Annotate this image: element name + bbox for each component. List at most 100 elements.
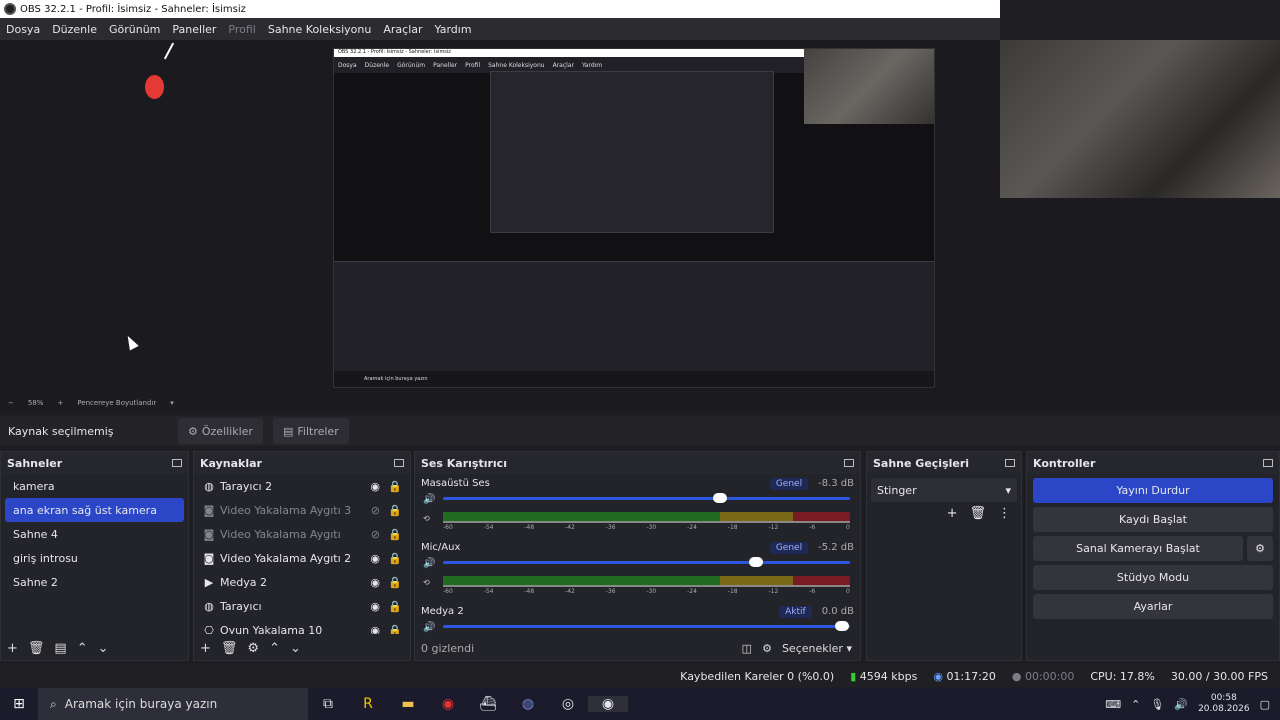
menu-5[interactable]: Sahne Koleksiyonu [268,23,372,36]
scenes-dock: Sahneler kamera ana ekran sağ üst kamera S… [0,451,189,661]
start-virtual-camera-button[interactable]: Sanal Kamerayı Başlat [1033,536,1243,561]
eye-hidden-icon[interactable]: ⊘ [371,528,380,541]
undock-icon[interactable] [172,459,182,467]
speaker-icon[interactable]: 🔊 [423,494,435,505]
eye-hidden-icon[interactable]: ⊘ [371,504,380,517]
volume-slider[interactable] [443,557,850,567]
trash-icon[interactable]: 🗑 [28,641,45,656]
source-item[interactable]: ◙ Video Yakalama Aygıtı 3 ⊘ 🔒 [194,498,410,522]
undock-icon[interactable] [1263,459,1273,467]
start-recording-button[interactable]: Kaydı Başlat [1033,507,1273,532]
recording-indicator-dot [145,75,164,99]
source-item[interactable]: ⎔ Oyun Yakalama 10 ◉ 🔒 [194,618,410,635]
discord-icon[interactable]: ◍ [508,696,548,712]
up-icon[interactable]: ⌃ [269,641,280,656]
menu-1[interactable]: Düzenle [52,23,97,36]
source-item[interactable]: ◍ Tarayıcı 2 ◉ 🔒 [194,474,410,498]
windows-start-icon[interactable]: ⊞ [0,696,38,712]
more-icon[interactable]: ⋮ [998,506,1011,521]
menu-2[interactable]: Görünüm [109,23,160,36]
source-item[interactable]: ◍ Tarayıcı ◉ 🔒 [194,594,410,618]
scene-item[interactable]: giriş introsu [5,546,184,570]
undock-icon[interactable] [1005,459,1015,467]
undock-icon[interactable] [394,459,404,467]
task-view-icon[interactable]: ⧉ [308,696,348,712]
chevron-down-icon[interactable]: ▾ [170,399,174,407]
lock-icon[interactable]: 🔒 [388,600,402,613]
speaker-icon[interactable]: 🔊 [423,558,435,569]
zoom-in-button[interactable]: + [57,399,63,407]
monitor-icon[interactable]: ⟲ [423,578,430,587]
menu-7[interactable]: Yardım [435,23,472,36]
steam-icon[interactable]: ◎ [548,696,588,712]
ship-app-icon[interactable]: ⛴ [468,696,508,712]
lock-icon[interactable]: 🔒 [388,480,402,493]
clock[interactable]: 00:58 20.08.2026 [1198,693,1250,715]
preview-area[interactable]: OBS 32.2.1 - Profil: İsimsiz - Sahneler:… [0,40,1280,396]
source-item[interactable]: ◙ Video Yakalama Aygıtı 2 ◉ 🔒 [194,546,410,570]
speaker-icon[interactable]: 🔊 [423,622,435,633]
meter-tick: -30 [646,588,657,595]
volume-slider[interactable] [443,493,850,503]
eye-icon[interactable]: ◉ [370,600,380,613]
monitor-icon[interactable]: ⟲ [423,514,430,523]
gear-icon[interactable]: ⚙ [247,641,259,656]
notifications-icon[interactable]: ▢ [1260,698,1270,711]
zoom-out-button[interactable]: − [8,399,14,407]
source-item[interactable]: ◙ Video Yakalama Aygıtı ⊘ 🔒 [194,522,410,546]
menu-4[interactable]: Profil [228,23,255,36]
eye-icon[interactable]: ◉ [370,552,380,565]
scale-mode[interactable]: Pencereye Boyutlandır [77,399,156,407]
rockstar-icon[interactable]: R [348,696,388,712]
options-button[interactable]: Seçenekler ▾ [782,642,852,655]
stop-stream-button[interactable]: Yayını Durdur [1033,478,1273,503]
down-icon[interactable]: ⌄ [98,641,109,656]
lock-icon[interactable]: 🔒 [388,576,402,589]
chevron-up-icon[interactable]: ⌃ [1131,698,1140,711]
menu-0[interactable]: Dosya [6,23,40,36]
add-icon[interactable]: + [200,641,211,656]
menu-6[interactable]: Araçlar [383,23,422,36]
scene-item[interactable]: kamera [5,474,184,498]
up-icon[interactable]: ⌃ [77,641,88,656]
filter-icon[interactable]: ▤ [54,641,66,656]
eye-icon[interactable]: ◉ [370,624,380,635]
trash-icon[interactable]: 🗑 [969,506,986,521]
properties-button[interactable]: ⚙ Özellikler [178,418,263,444]
eye-icon[interactable]: ◉ [370,480,380,493]
transition-select[interactable]: Stinger ▾ [871,478,1017,502]
slider-knob [712,493,727,503]
mixer-channel: Mic/Aux Genel -5.2 dB 🔊 ⟲ -60 -54 -48 -42 -36 -30-… [415,538,860,602]
scene-item[interactable]: Sahne 2 [5,570,184,594]
layout-icon[interactable]: ◫ [742,642,752,655]
trash-icon[interactable]: 🗑 [221,641,238,656]
undock-icon[interactable] [844,459,854,467]
down-icon[interactable]: ⌄ [290,641,301,656]
taskbar-search[interactable]: ⌕ Aramak için buraya yazın [38,688,308,720]
scene-item[interactable]: Sahne 4 [5,522,184,546]
filters-button[interactable]: ▤ Filtreler [272,418,349,444]
source-item[interactable]: ▶ Medya 2 ◉ 🔒 [194,570,410,594]
obs-taskbar-icon[interactable]: ◉ [588,696,628,712]
volume-icon[interactable]: 🔊 [1174,698,1188,711]
mixer-channel: Masaüstü Ses Genel -8.3 dB 🔊 ⟲ -60 -54 -48 -42 -3… [415,474,860,538]
scene-item[interactable]: ana ekran sağ üst kamera [5,498,184,522]
add-icon[interactable]: + [7,641,18,656]
chrome-icon[interactable]: ◉ [428,696,468,712]
studio-mode-button[interactable]: Stüdyo Modu [1033,565,1273,590]
virtual-camera-settings-gear-icon[interactable]: ⚙ [1247,536,1273,561]
keyboard-icon[interactable]: ⌨ [1105,698,1121,711]
microphone-icon[interactable]: 🎙 [1150,698,1164,711]
lock-icon[interactable]: 🔒 [388,552,402,565]
file-explorer-icon[interactable]: ▬ [388,696,428,712]
add-icon[interactable]: + [947,506,958,521]
lock-icon[interactable]: 🔒 [388,624,402,635]
gear-icon[interactable]: ⚙ [762,642,772,655]
eye-icon[interactable]: ◉ [370,576,380,589]
lock-icon[interactable]: 🔒 [388,504,402,517]
preview-canvas[interactable]: OBS 32.2.1 - Profil: İsimsiz - Sahneler:… [333,48,935,388]
menu-3[interactable]: Paneller [172,23,216,36]
settings-button[interactable]: Ayarlar [1033,594,1273,619]
volume-slider[interactable] [443,621,850,631]
lock-icon[interactable]: 🔒 [388,528,402,541]
